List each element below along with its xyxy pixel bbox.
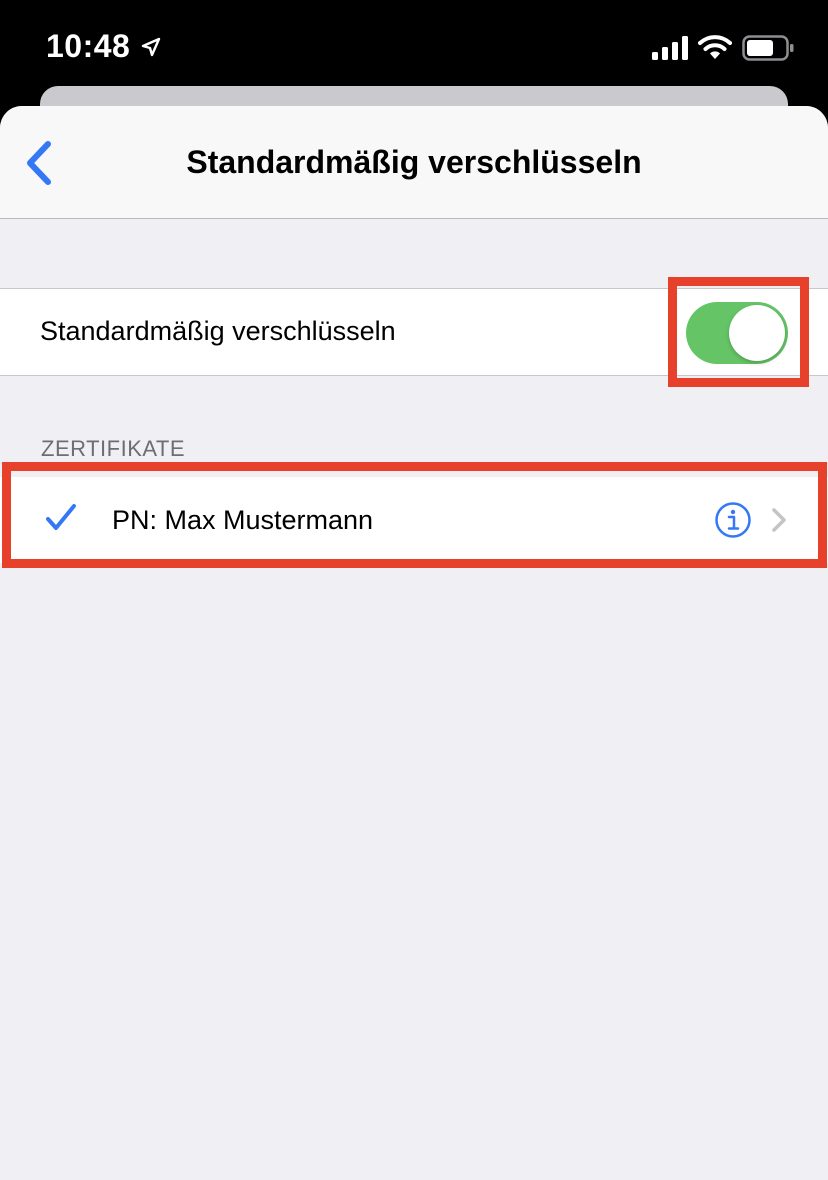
encrypt-default-label: Standardmäßig verschlüsseln xyxy=(40,316,396,346)
toggle-highlight-box xyxy=(668,277,809,387)
cellular-signal-icon xyxy=(652,36,688,60)
certificates-section-header: ZERTIFIKATE xyxy=(41,436,186,461)
wifi-icon xyxy=(698,35,732,59)
status-bar: 10:48 xyxy=(0,0,828,90)
certificate-highlight-box xyxy=(2,462,827,568)
page-title: Standardmäßig verschlüsseln xyxy=(186,144,642,180)
status-time: 10:48 xyxy=(46,28,131,64)
battery-icon xyxy=(742,35,794,61)
settings-sheet: Standardmäßig verschlüsseln Standardmäßi… xyxy=(0,106,828,1180)
navigation-bar: Standardmäßig verschlüsseln xyxy=(0,106,828,219)
location-arrow-icon xyxy=(141,37,161,57)
